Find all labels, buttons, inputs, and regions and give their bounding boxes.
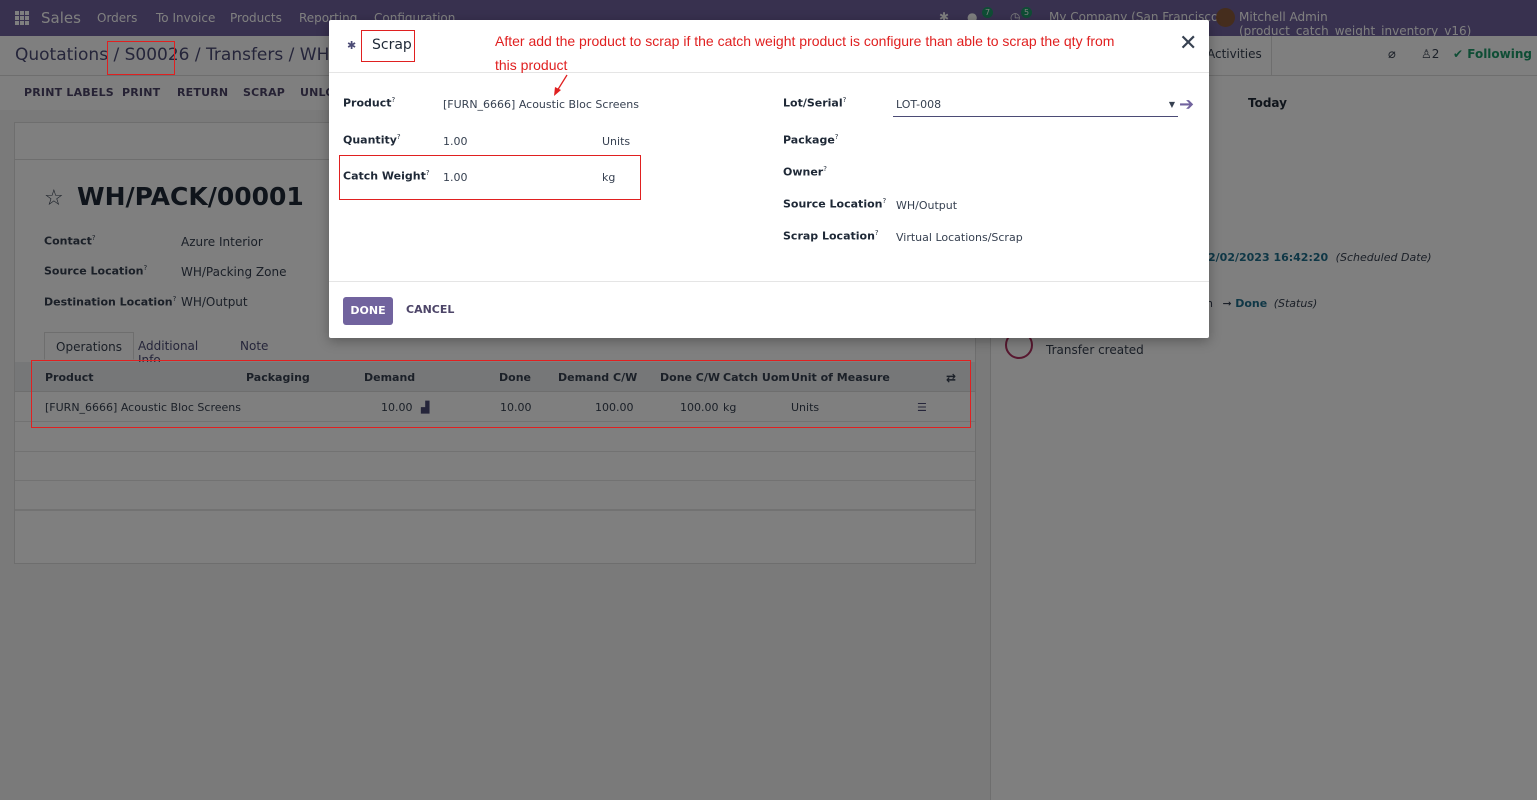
owner-label: Owner? xyxy=(783,165,827,179)
highlight-operation-row xyxy=(31,360,971,428)
quantity-label: Quantity? xyxy=(343,133,401,147)
package-label: Package? xyxy=(783,133,839,147)
source-location-label: Source Location? xyxy=(783,197,887,211)
dialog-footer: DONE CANCEL xyxy=(329,281,1209,338)
highlight-catch-weight xyxy=(339,155,641,200)
highlight-order xyxy=(107,41,175,75)
close-icon[interactable]: ✕ xyxy=(1179,32,1197,56)
annotation-arrow-icon xyxy=(554,74,568,96)
highlight-dialog-title xyxy=(361,30,415,62)
chevron-down-icon[interactable]: ▼ xyxy=(1169,100,1175,109)
lot-serial-input[interactable]: LOT-008 ▼ xyxy=(893,97,1178,117)
done-button[interactable]: DONE xyxy=(343,297,393,325)
annotation-text: After add the product to scrap if the ca… xyxy=(495,33,1115,73)
scrap-location-field[interactable]: Virtual Locations/Scrap xyxy=(896,231,1023,244)
product-label: Product? xyxy=(343,96,396,110)
lot-serial-label: Lot/Serial? xyxy=(783,96,847,110)
quantity-uom: Units xyxy=(602,135,631,148)
bug-icon: ✱ xyxy=(347,39,357,52)
scrap-location-label: Scrap Location? xyxy=(783,229,879,243)
arrow-right-icon[interactable]: ➔ xyxy=(1179,94,1194,115)
quantity-field[interactable]: 1.00 xyxy=(443,135,468,148)
source-location-field[interactable]: WH/Output xyxy=(896,199,957,212)
product-field[interactable]: [FURN_6666] Acoustic Bloc Screens xyxy=(443,98,639,111)
cancel-button[interactable]: CANCEL xyxy=(406,303,454,316)
lot-serial-value: LOT-008 xyxy=(896,98,942,111)
